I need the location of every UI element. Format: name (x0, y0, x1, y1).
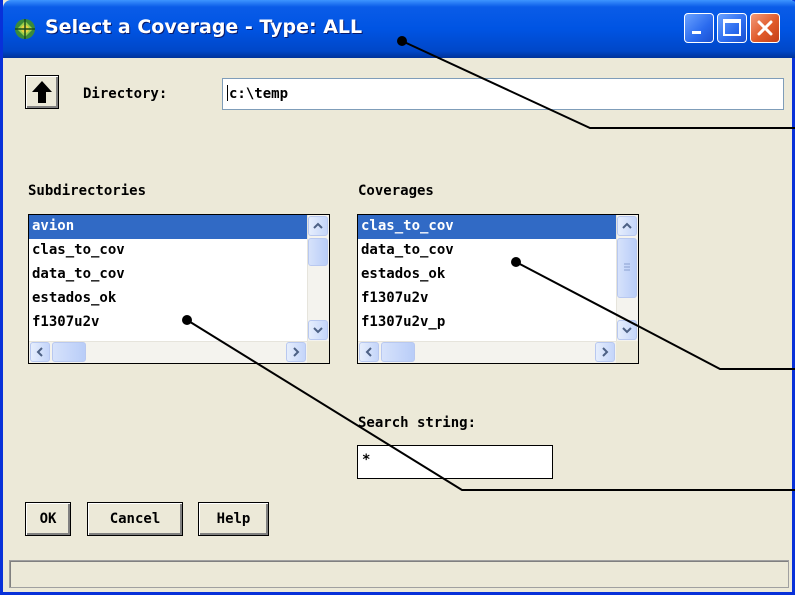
directory-input[interactable]: c:\temp (222, 78, 784, 110)
maximize-icon (723, 19, 741, 36)
search-string-label: Search string: (358, 415, 477, 431)
window-title: Select a Coverage - Type: ALL (45, 16, 363, 38)
chevron-left-icon (365, 347, 372, 357)
up-directory-button[interactable] (25, 75, 59, 109)
vertical-scrollbar[interactable] (616, 215, 638, 341)
list-item[interactable]: f1307u2v_p (358, 311, 616, 335)
chevron-left-icon (36, 347, 43, 357)
subdirectories-label: Subdirectories (28, 183, 147, 199)
chevron-right-icon (602, 347, 609, 357)
vertical-scrollbar[interactable] (307, 215, 329, 341)
close-icon (757, 20, 773, 36)
title-bar[interactable]: Select a Coverage - Type: ALL (3, 0, 795, 58)
directory-value: c:\temp (229, 86, 289, 102)
horizontal-scrollbar[interactable] (358, 341, 616, 363)
directory-label: Directory: (83, 86, 168, 102)
scroll-corner (307, 341, 329, 363)
scroll-down-button[interactable] (308, 320, 328, 340)
scroll-up-button[interactable] (308, 216, 328, 236)
chevron-up-icon (313, 222, 323, 229)
search-input[interactable]: * (357, 445, 553, 479)
cancel-button[interactable]: Cancel (87, 502, 183, 536)
scroll-corner (616, 341, 638, 363)
list-item[interactable]: data_to_cov (358, 239, 616, 263)
chevron-right-icon (293, 347, 300, 357)
scroll-right-button[interactable] (286, 342, 306, 362)
chevron-down-icon (313, 327, 323, 334)
list-item[interactable]: data_to_cov (29, 263, 307, 287)
chevron-down-icon (622, 327, 632, 334)
list-item[interactable]: f1307u2v (29, 311, 307, 335)
help-button[interactable]: Help (198, 502, 269, 536)
list-item[interactable]: avion (29, 215, 307, 239)
chevron-up-icon (622, 222, 632, 229)
coverages-label: Coverages (358, 183, 434, 199)
scroll-right-button[interactable] (595, 342, 615, 362)
list-item[interactable]: estados_ok (29, 287, 307, 311)
scroll-thumb[interactable] (308, 238, 328, 266)
scroll-thumb[interactable] (52, 342, 86, 362)
dialog-window: Select a Coverage - Type: ALL Directory:… (0, 0, 795, 595)
text-caret (227, 85, 228, 101)
status-bar (9, 560, 789, 588)
scroll-thumb[interactable] (617, 238, 637, 298)
app-icon (15, 19, 35, 39)
list-item[interactable]: clas_to_cov (29, 239, 307, 263)
minimize-icon (692, 31, 701, 34)
ok-button[interactable]: OK (25, 502, 71, 536)
coverages-list[interactable]: clas_to_cov data_to_cov estados_ok f1307… (357, 214, 639, 364)
list-item[interactable]: estados_ok (358, 263, 616, 287)
maximize-button[interactable] (717, 13, 747, 43)
scroll-down-button[interactable] (617, 320, 637, 340)
grip-icon (624, 263, 630, 271)
horizontal-scrollbar[interactable] (29, 341, 307, 363)
scroll-up-button[interactable] (617, 216, 637, 236)
scroll-left-button[interactable] (359, 342, 379, 362)
list-item[interactable]: clas_to_cov (358, 215, 616, 239)
subdirectories-list[interactable]: avion clas_to_cov data_to_cov estados_ok… (28, 214, 330, 364)
scroll-thumb[interactable] (381, 342, 415, 362)
up-arrow-icon (32, 81, 52, 103)
minimize-button[interactable] (684, 13, 714, 43)
close-button[interactable] (750, 13, 780, 43)
list-item[interactable]: f1307u2v (358, 287, 616, 311)
scroll-left-button[interactable] (30, 342, 50, 362)
